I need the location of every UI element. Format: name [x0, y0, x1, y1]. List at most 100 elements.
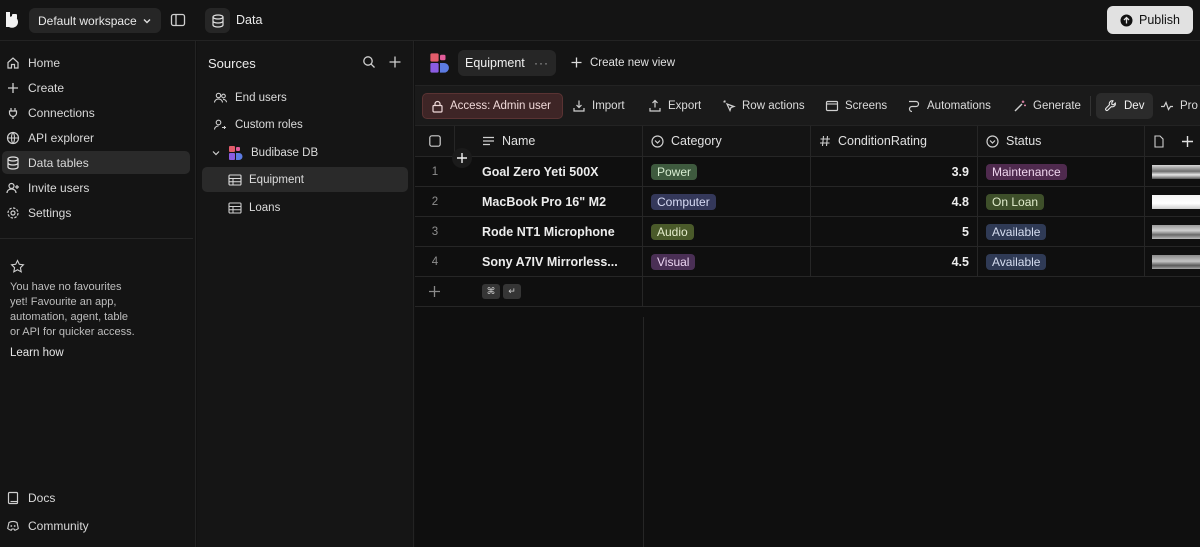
source-loans[interactable]: Loans: [228, 195, 403, 220]
main-area: Equipment ··· Create new view Access: Ad…: [415, 41, 1200, 547]
activity-icon: [1161, 100, 1173, 111]
automation-icon: [908, 100, 920, 113]
nav-item-create[interactable]: Create: [2, 76, 190, 99]
cell-status[interactable]: On Loan: [978, 187, 1145, 217]
nav-item-connections[interactable]: Connections: [2, 101, 190, 124]
attachment-thumbnail: [1152, 194, 1200, 209]
nav-item-settings[interactable]: Settings: [2, 201, 190, 224]
workspace-name: Default workspace: [38, 13, 137, 28]
status-tag: Available: [986, 223, 1047, 240]
automations-button[interactable]: Automations: [907, 93, 991, 119]
sidebar-toggle-icon[interactable]: [170, 12, 186, 28]
cell-condition-rating[interactable]: 4.8: [811, 187, 978, 217]
magic-wand-icon: [1014, 100, 1026, 112]
screen-icon: [825, 100, 839, 112]
cell-status[interactable]: Available: [978, 247, 1145, 277]
add-column-icon[interactable]: [1181, 135, 1194, 148]
select-all-header: [415, 126, 455, 157]
screens-button[interactable]: Screens: [825, 93, 887, 119]
source-end-users[interactable]: End users: [213, 85, 403, 110]
search-icon[interactable]: [362, 55, 376, 69]
category-tag: Power: [651, 163, 698, 180]
cell-category[interactable]: Computer: [643, 187, 811, 217]
data-grid: Name Category ConditionRating Status 1 G…: [415, 126, 1200, 547]
add-row[interactable]: ⌘ ↵: [415, 277, 643, 307]
nav-item-api-explorer[interactable]: API explorer: [2, 126, 190, 149]
star-icon: [10, 259, 25, 274]
table-row[interactable]: 1 Goal Zero Yeti 500X: [415, 157, 643, 187]
cell-name: Goal Zero Yeti 500X: [482, 164, 599, 179]
cell-condition-rating[interactable]: 5: [811, 217, 978, 247]
cell-attachment[interactable]: [1145, 247, 1200, 277]
cell-name: Rode NT1 Microphone: [482, 224, 615, 239]
column-divider: [643, 317, 644, 547]
user-plus-icon: [6, 182, 19, 193]
cell-category[interactable]: Audio: [643, 217, 811, 247]
connections-icon: [8, 107, 18, 119]
nav-item-home[interactable]: Home: [2, 51, 190, 74]
category-tag: Audio: [651, 223, 694, 240]
source-budibase-db[interactable]: Budibase DB: [211, 140, 403, 165]
cell-condition-rating[interactable]: 4.5: [811, 247, 978, 277]
cell-category[interactable]: Power: [643, 157, 811, 187]
nav-item-docs[interactable]: Docs: [2, 486, 190, 509]
source-equipment[interactable]: Equipment: [202, 167, 408, 192]
plus-icon[interactable]: [428, 285, 441, 298]
cell-condition-rating[interactable]: 3.9: [811, 157, 978, 187]
prod-mode-button[interactable]: Pro: [1160, 93, 1200, 119]
cell-status[interactable]: Maintenance: [978, 157, 1145, 187]
gear-icon: [7, 206, 19, 219]
column-header-category[interactable]: Category: [643, 126, 811, 157]
import-button[interactable]: Import: [572, 93, 625, 119]
page-title: Data: [236, 13, 263, 27]
add-source-icon[interactable]: [388, 55, 402, 69]
cell-attachment[interactable]: [1145, 157, 1200, 187]
budibase-logo-icon[interactable]: [4, 10, 24, 30]
column-header-condition-rating[interactable]: ConditionRating: [811, 126, 978, 157]
budibase-icon: [229, 145, 243, 160]
chevron-down-icon: [212, 150, 220, 155]
attachment-thumbnail: [1152, 224, 1200, 239]
table-row[interactable]: 4 Sony A7IV Mirrorless...: [415, 247, 643, 277]
more-options-icon[interactable]: ···: [534, 56, 549, 70]
column-header-status[interactable]: Status: [978, 126, 1145, 157]
file-icon: [1154, 134, 1164, 148]
table-row[interactable]: 3 Rode NT1 Microphone: [415, 217, 643, 247]
source-custom-roles[interactable]: Custom roles: [213, 112, 403, 137]
access-role-button[interactable]: Access: Admin user: [422, 93, 563, 119]
checkbox-icon[interactable]: [429, 135, 441, 147]
cursor-click-icon: [723, 100, 736, 113]
nav-item-community[interactable]: Community: [2, 514, 190, 537]
table-icon: [228, 201, 242, 214]
cell-attachment[interactable]: [1145, 187, 1200, 217]
workspace-select[interactable]: Default workspace: [29, 8, 161, 33]
learn-how-link[interactable]: Learn how: [10, 347, 64, 359]
table-row[interactable]: 2 MacBook Pro 16" M2: [415, 187, 643, 217]
favourites-empty-text: You have no favourites yet! Favourite an…: [10, 281, 135, 338]
options-field-icon: [651, 134, 664, 148]
home-icon: [7, 56, 19, 69]
dev-mode-button[interactable]: Dev: [1096, 93, 1153, 119]
cell-name: Sony A7IV Mirrorless...: [482, 254, 618, 269]
discord-icon: [7, 520, 19, 531]
cell-category[interactable]: Visual: [643, 247, 811, 277]
column-header-attachment[interactable]: [1145, 126, 1200, 157]
nav-item-data-tables[interactable]: Data tables: [2, 151, 190, 174]
sources-title: Sources: [208, 56, 256, 71]
column-header-name[interactable]: Name: [455, 126, 643, 157]
export-button[interactable]: Export: [648, 93, 701, 119]
chevron-down-icon: [143, 18, 151, 23]
cell-attachment[interactable]: [1145, 217, 1200, 247]
cell-status[interactable]: Available: [978, 217, 1145, 247]
nav-divider: [0, 238, 193, 239]
view-tab-equipment[interactable]: Equipment ···: [458, 50, 556, 76]
keyboard-shortcut: ⌘ ↵: [482, 284, 524, 299]
generate-button[interactable]: Generate: [1013, 93, 1081, 119]
export-icon: [649, 99, 661, 112]
publish-button[interactable]: Publish: [1107, 6, 1193, 34]
hash-icon: [820, 135, 830, 147]
import-icon: [573, 100, 585, 112]
nav-item-invite-users[interactable]: Invite users: [2, 176, 190, 199]
create-new-view-button[interactable]: Create new view: [570, 56, 675, 69]
row-actions-button[interactable]: Row actions: [722, 93, 805, 119]
